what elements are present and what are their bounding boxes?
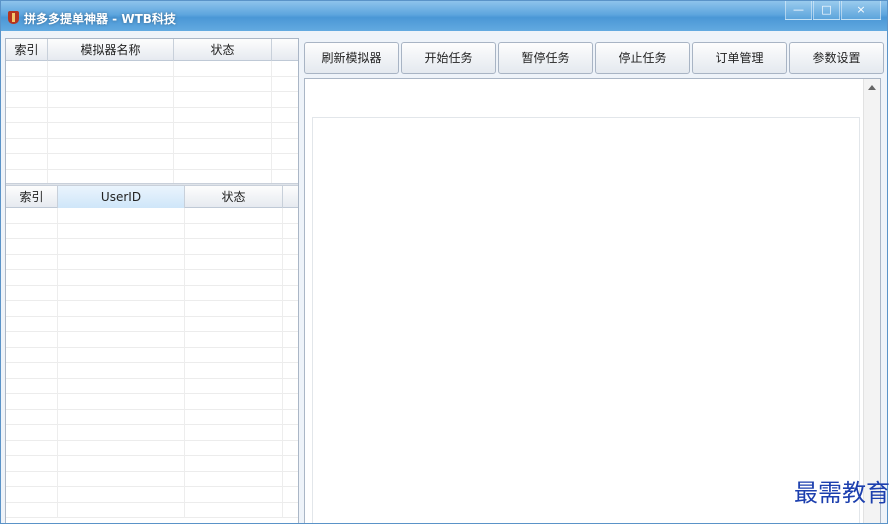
table-row[interactable]: [6, 270, 298, 286]
table-row[interactable]: [6, 223, 298, 239]
table-row[interactable]: [6, 285, 298, 301]
app-logo-icon: [8, 11, 19, 24]
refresh-emulators-button[interactable]: 刷新模拟器: [304, 42, 399, 74]
order-management-button[interactable]: 订单管理: [692, 42, 787, 74]
table-row[interactable]: [6, 471, 298, 487]
table-row[interactable]: [6, 92, 298, 108]
left-panel: 索引 模拟器名称 状态 索引 UserID 状态: [5, 38, 299, 523]
settings-button[interactable]: 参数设置: [789, 42, 884, 74]
content-area[interactable]: [304, 78, 881, 523]
title-bar[interactable]: 拼多多提单神器 - WTB科技 — □ ×: [1, 1, 887, 31]
table-row[interactable]: [6, 301, 298, 317]
column-header-spacer: [272, 39, 298, 61]
table-row[interactable]: [6, 254, 298, 270]
column-header-status[interactable]: 状态: [174, 39, 272, 61]
table-row[interactable]: [6, 425, 298, 441]
column-header-emulator-name[interactable]: 模拟器名称: [48, 39, 174, 61]
minimize-button[interactable]: —: [785, 1, 812, 20]
table-row[interactable]: [6, 138, 298, 154]
stop-task-button[interactable]: 停止任务: [595, 42, 690, 74]
pause-task-button[interactable]: 暂停任务: [498, 42, 593, 74]
emulator-table-body[interactable]: [6, 61, 298, 185]
table-row[interactable]: [6, 332, 298, 348]
scroll-up-arrow-icon[interactable]: [868, 85, 876, 90]
column-header-index[interactable]: 索引: [6, 186, 58, 208]
table-row[interactable]: [6, 502, 298, 518]
table-row[interactable]: [6, 347, 298, 363]
table-row[interactable]: [6, 239, 298, 255]
content-panel: [312, 117, 860, 523]
table-row[interactable]: [6, 154, 298, 170]
table-row[interactable]: [6, 440, 298, 456]
window-controls: — □ ×: [784, 1, 881, 20]
table-row[interactable]: [6, 107, 298, 123]
close-button[interactable]: ×: [841, 1, 881, 20]
vertical-scrollbar[interactable]: [863, 79, 880, 523]
window-title: 拼多多提单神器 - WTB科技: [24, 12, 176, 26]
table-row[interactable]: [6, 123, 298, 139]
column-header-index[interactable]: 索引: [6, 39, 48, 61]
user-table[interactable]: 索引 UserID 状态: [6, 186, 298, 523]
column-header-status[interactable]: 状态: [185, 186, 283, 208]
emulator-table[interactable]: 索引 模拟器名称 状态: [6, 39, 298, 185]
table-row[interactable]: [6, 76, 298, 92]
user-table-header: 索引 UserID 状态: [6, 186, 298, 208]
user-table-body[interactable]: [6, 208, 298, 518]
table-row[interactable]: [6, 363, 298, 379]
table-row[interactable]: [6, 456, 298, 472]
table-row[interactable]: [6, 487, 298, 503]
table-row[interactable]: [6, 316, 298, 332]
emulator-table-header: 索引 模拟器名称 状态: [6, 39, 298, 61]
column-header-userid[interactable]: UserID: [58, 186, 185, 208]
table-row[interactable]: [6, 61, 298, 77]
toolbar: 刷新模拟器 开始任务 暂停任务 停止任务 订单管理 参数设置: [304, 42, 886, 74]
table-row[interactable]: [6, 208, 298, 224]
main-window: 拼多多提单神器 - WTB科技 — □ × 索引 模拟器名称 状态 索引 Use…: [0, 0, 888, 524]
column-header-spacer: [283, 186, 298, 208]
table-row[interactable]: [6, 378, 298, 394]
maximize-button[interactable]: □: [813, 1, 840, 20]
table-row[interactable]: [6, 409, 298, 425]
watermark: 最需教育: [794, 479, 890, 507]
table-row[interactable]: [6, 394, 298, 410]
start-task-button[interactable]: 开始任务: [401, 42, 496, 74]
